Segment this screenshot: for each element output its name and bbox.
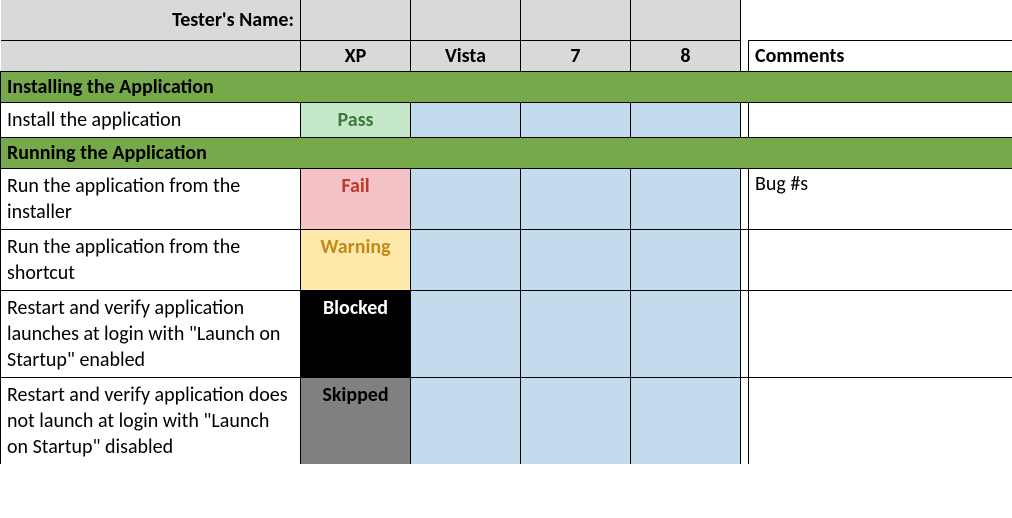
result-cell[interactable] bbox=[411, 290, 521, 377]
tester-name-cell-vista[interactable] bbox=[411, 0, 521, 40]
test-label: Run the application from the shortcut bbox=[1, 229, 301, 290]
gap bbox=[741, 377, 749, 464]
col-header-xp: XP bbox=[301, 40, 411, 71]
gap bbox=[741, 0, 749, 40]
result-cell[interactable] bbox=[411, 102, 521, 137]
gap bbox=[741, 102, 749, 137]
test-matrix-table: Tester's Name: XP Vista 7 8 Comments Ins… bbox=[0, 0, 1012, 464]
comment-cell[interactable]: Bug #s bbox=[749, 168, 1012, 229]
tester-name-cell-8[interactable] bbox=[631, 0, 741, 40]
result-cell[interactable]: Blocked bbox=[301, 290, 411, 377]
result-cell[interactable]: Pass bbox=[301, 102, 411, 137]
result-cell[interactable] bbox=[411, 377, 521, 464]
gap bbox=[741, 229, 749, 290]
result-cell[interactable] bbox=[411, 168, 521, 229]
result-cell[interactable]: Warning bbox=[301, 229, 411, 290]
gap bbox=[741, 40, 749, 71]
col-header-8: 8 bbox=[631, 40, 741, 71]
comments-blank bbox=[749, 0, 1012, 40]
test-label: Restart and verify application does not … bbox=[1, 377, 301, 464]
col-header-comments: Comments bbox=[749, 40, 1012, 71]
result-cell[interactable]: Fail bbox=[301, 168, 411, 229]
result-cell[interactable]: Skipped bbox=[301, 377, 411, 464]
comment-cell[interactable] bbox=[749, 290, 1012, 377]
result-cell[interactable] bbox=[631, 168, 741, 229]
gap bbox=[741, 168, 749, 229]
col-header-vista: Vista bbox=[411, 40, 521, 71]
result-cell[interactable] bbox=[631, 229, 741, 290]
tester-name-cell-xp[interactable] bbox=[301, 0, 411, 40]
result-cell[interactable] bbox=[521, 290, 631, 377]
section-header: Running the Application bbox=[1, 137, 1012, 168]
result-cell[interactable] bbox=[631, 102, 741, 137]
result-cell[interactable] bbox=[631, 290, 741, 377]
comment-cell[interactable] bbox=[749, 229, 1012, 290]
comment-cell[interactable] bbox=[749, 102, 1012, 137]
result-cell[interactable] bbox=[521, 229, 631, 290]
comment-cell[interactable] bbox=[749, 377, 1012, 464]
tester-name-label: Tester's Name: bbox=[1, 0, 301, 40]
test-label: Install the application bbox=[1, 102, 301, 137]
col-header-7: 7 bbox=[521, 40, 631, 71]
result-cell[interactable] bbox=[521, 102, 631, 137]
gap bbox=[741, 290, 749, 377]
result-cell[interactable] bbox=[521, 168, 631, 229]
test-label: Run the application from the installer bbox=[1, 168, 301, 229]
header-spacer bbox=[1, 40, 301, 71]
result-cell[interactable] bbox=[631, 377, 741, 464]
test-label: Restart and verify application launches … bbox=[1, 290, 301, 377]
tester-name-cell-7[interactable] bbox=[521, 0, 631, 40]
result-cell[interactable] bbox=[521, 377, 631, 464]
section-header: Installing the Application bbox=[1, 71, 1012, 102]
result-cell[interactable] bbox=[411, 229, 521, 290]
